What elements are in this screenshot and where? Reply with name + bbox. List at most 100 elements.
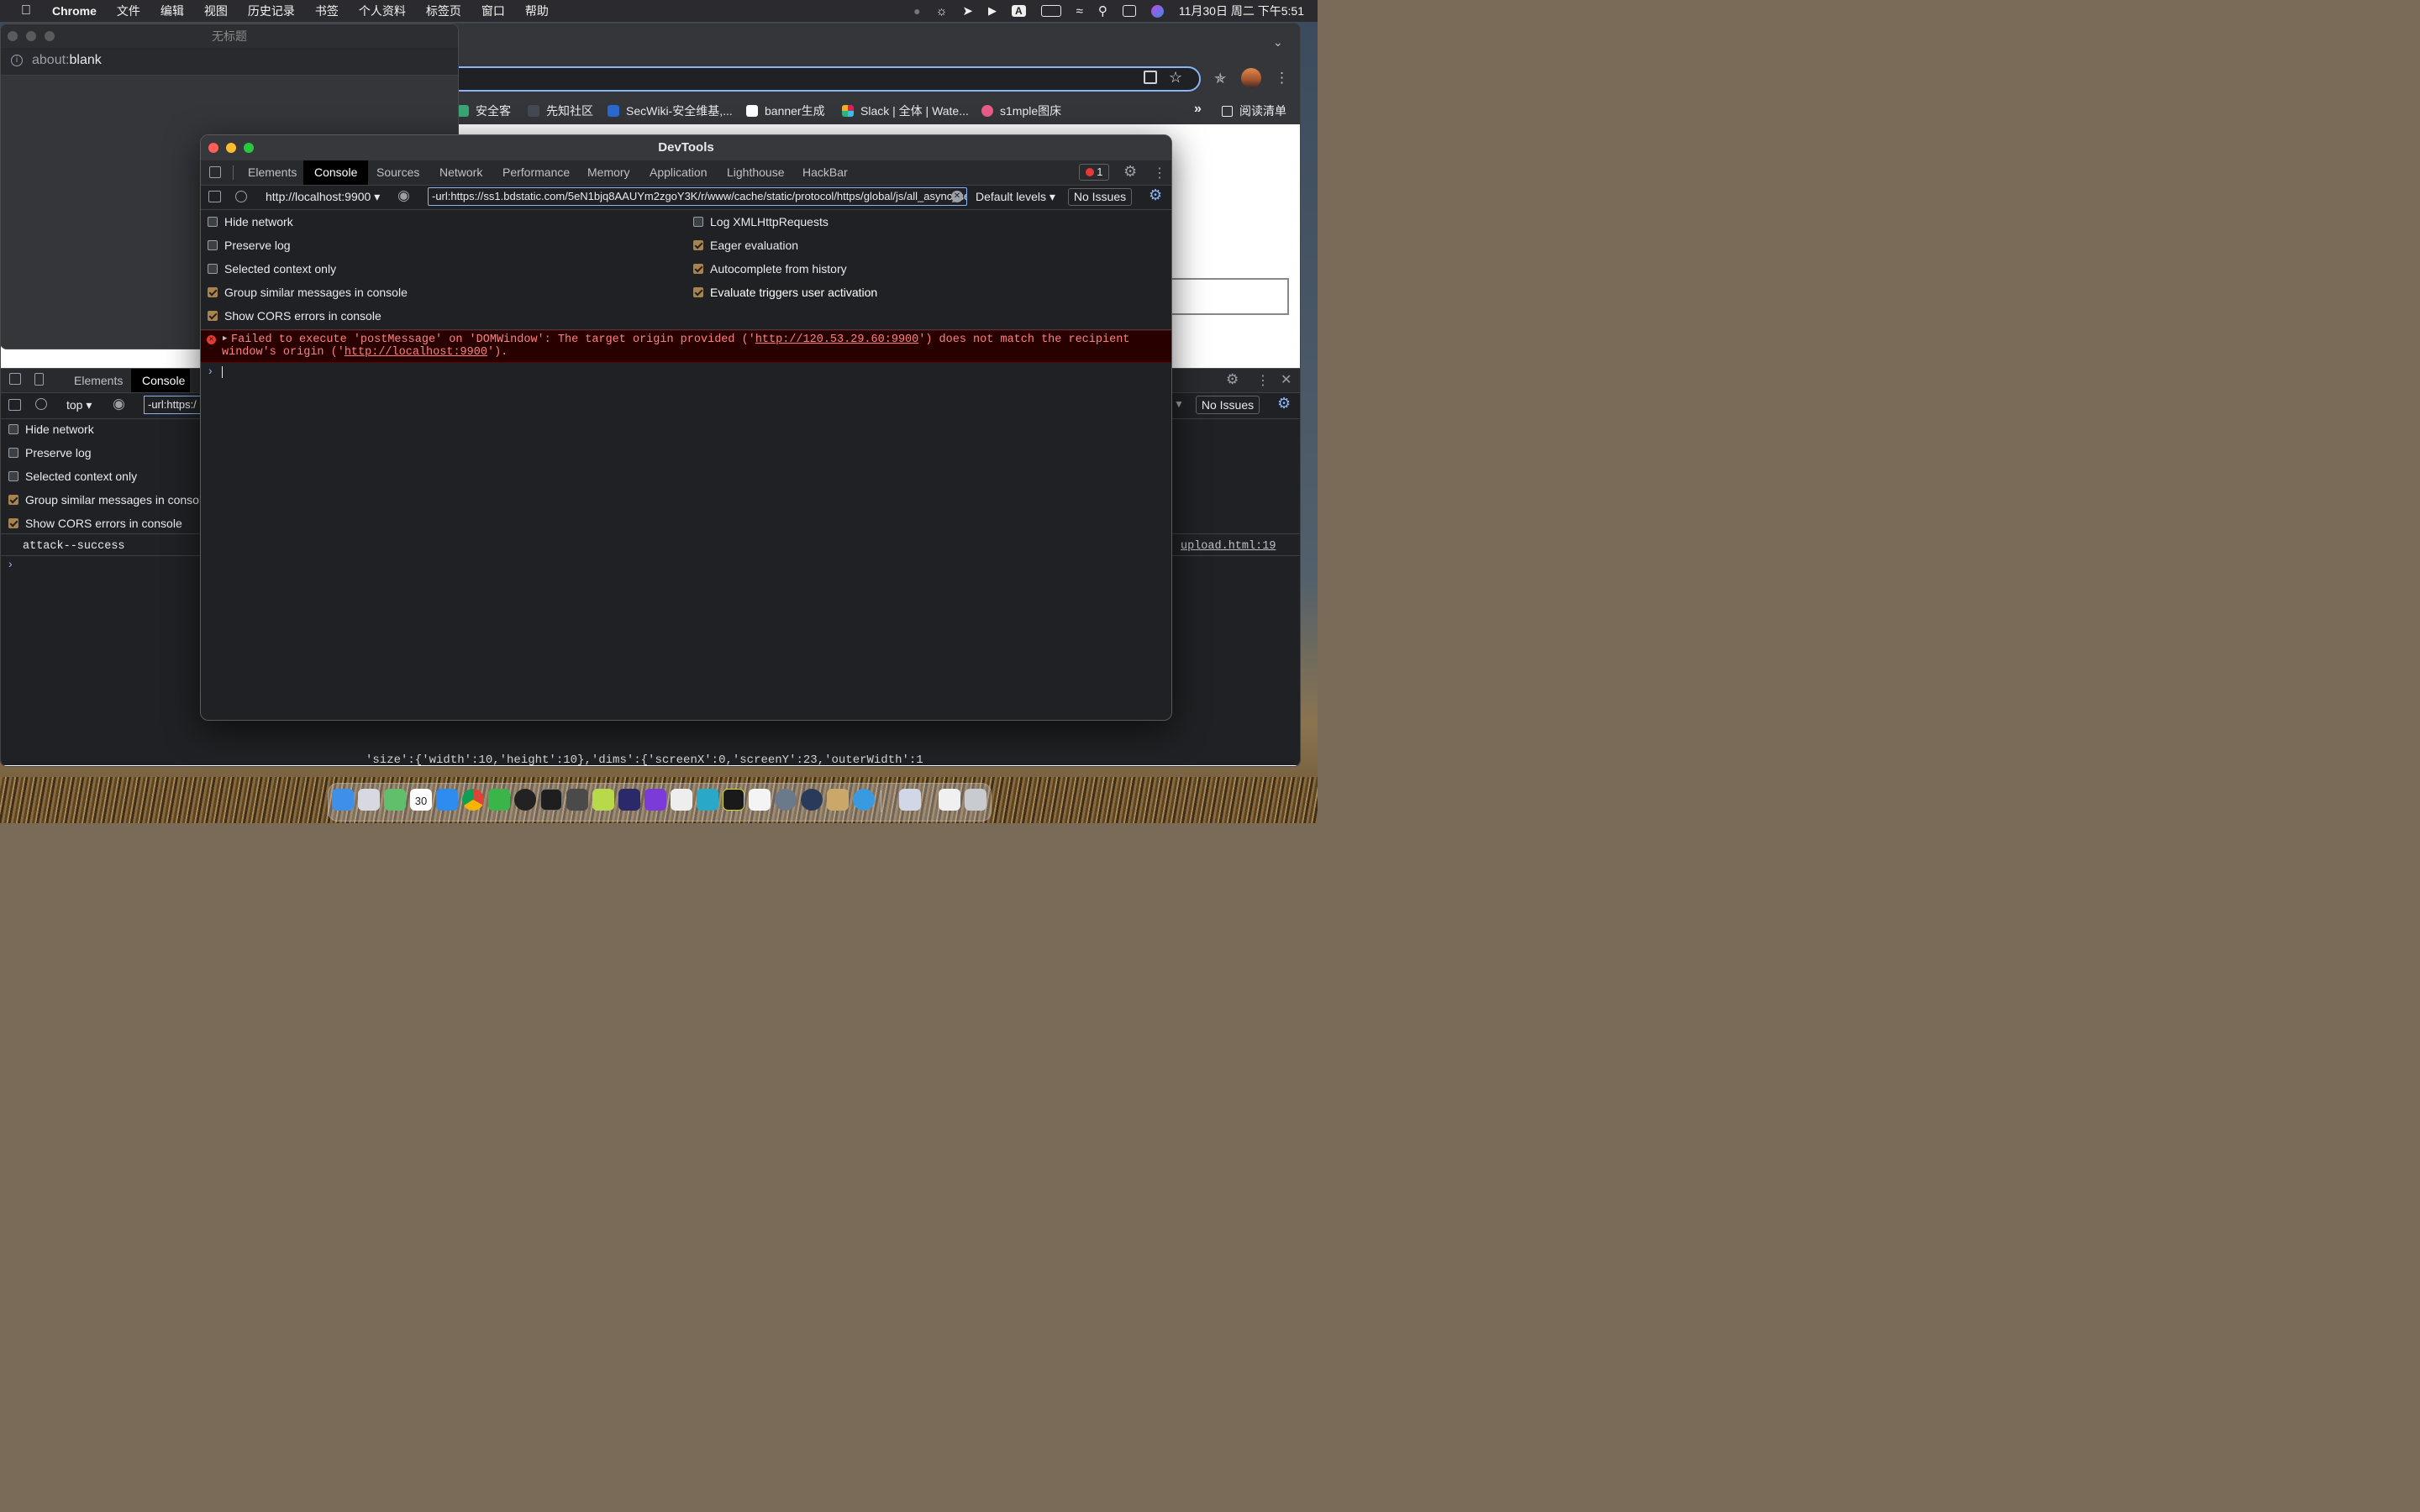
dock-app-vpn[interactable] xyxy=(801,789,823,811)
profile-avatar[interactable] xyxy=(1241,68,1261,88)
no-issues-button[interactable]: No Issues xyxy=(1196,396,1260,414)
bookmark-star-icon[interactable]: ☆ xyxy=(1169,69,1182,87)
zoom-window-button[interactable] xyxy=(45,31,55,41)
bookmark-item[interactable]: banner生成 xyxy=(746,102,825,119)
clear-console-icon[interactable] xyxy=(235,191,247,202)
settings-gear-icon[interactable]: ⚙ xyxy=(1226,371,1239,388)
setting-group-similar[interactable]: Group similar messages in console xyxy=(8,493,208,507)
reading-list-button[interactable]: 阅读清单 xyxy=(1222,102,1286,119)
devtools-title-bar[interactable]: DevTools xyxy=(201,135,1171,160)
dock-app-trash[interactable] xyxy=(965,789,986,811)
dock-app-telegram[interactable] xyxy=(853,789,875,811)
setting-autocomplete-history[interactable]: Autocomplete from history xyxy=(693,262,847,276)
tab-elements[interactable]: Elements xyxy=(63,369,134,392)
info-icon[interactable]: i xyxy=(11,55,23,66)
dock-app-sublime[interactable] xyxy=(566,789,588,811)
bookmark-item[interactable]: 先知社区 xyxy=(528,102,593,119)
log-xhr-checkbox[interactable] xyxy=(693,217,703,227)
spotlight-search-icon[interactable]: ⚲ xyxy=(1098,3,1107,18)
inspect-element-icon[interactable] xyxy=(9,373,21,385)
setting-preserve-log[interactable]: Preserve log xyxy=(208,239,291,252)
context-selector[interactable]: top ▾ xyxy=(66,398,92,412)
tab-search-chevron-icon[interactable]: ⌄ xyxy=(1273,35,1283,50)
dock-app-notes-green[interactable] xyxy=(592,789,614,811)
console-input-line[interactable]: › xyxy=(201,362,1171,382)
tab-console[interactable]: Console xyxy=(131,369,190,392)
dock-app-calendar[interactable]: 30 xyxy=(410,789,432,811)
console-prompt-icon[interactable]: › xyxy=(8,557,13,570)
bell-icon[interactable]: ● xyxy=(913,4,920,18)
setting-selected-context-only[interactable]: Selected context only xyxy=(208,262,336,276)
dock-app-maps[interactable] xyxy=(384,789,406,811)
setting-evaluate-triggers[interactable]: Evaluate triggers user activation xyxy=(693,286,877,299)
setting-hide-network[interactable]: Hide network xyxy=(208,215,293,228)
bookmark-item[interactable]: 安全客 xyxy=(457,102,511,119)
dock-app-archive[interactable] xyxy=(827,789,849,811)
setting-eager-evaluation[interactable]: Eager evaluation xyxy=(693,239,798,252)
live-expression-eye-icon[interactable]: ◉ xyxy=(113,396,125,412)
minimize-window-button[interactable] xyxy=(226,143,236,153)
menu-help[interactable]: 帮助 xyxy=(525,3,549,19)
dock-app-launchpad[interactable] xyxy=(358,789,380,811)
bookmark-item[interactable]: SecWiki-安全维基,... xyxy=(608,102,733,119)
control-center-icon[interactable] xyxy=(1122,5,1136,17)
menu-window[interactable]: 窗口 xyxy=(481,3,505,19)
console-log-source-link[interactable]: upload.html:19 xyxy=(1181,540,1276,553)
chrome-menu-icon[interactable]: ⋮ xyxy=(1275,70,1289,87)
tab-lighthouse[interactable]: Lighthouse xyxy=(716,160,796,185)
battery-icon[interactable] xyxy=(1040,5,1061,17)
more-options-icon[interactable]: ⋮ xyxy=(1256,372,1270,389)
wifi-icon[interactable]: ≈ xyxy=(1076,4,1083,18)
menu-profiles[interactable]: 个人资料 xyxy=(359,3,406,19)
dock-app-typora[interactable] xyxy=(749,789,771,811)
play-icon[interactable]: ▶ xyxy=(988,4,997,18)
minimize-window-button[interactable] xyxy=(26,31,36,41)
tab-network[interactable]: Network xyxy=(429,160,493,185)
menu-bookmarks[interactable]: 书签 xyxy=(315,3,339,19)
autocomplete-history-checkbox[interactable] xyxy=(693,264,703,274)
close-window-button[interactable] xyxy=(8,31,18,41)
bookmark-item[interactable]: s1mple图床 xyxy=(981,102,1061,119)
sidebar-toggle-icon[interactable] xyxy=(8,399,21,411)
wechat-status-icon[interactable]: ☼ xyxy=(936,4,948,18)
show-cors-checkbox[interactable] xyxy=(8,518,18,528)
dock-app-finder[interactable] xyxy=(332,789,354,811)
dock-app-time-machine[interactable] xyxy=(775,789,797,811)
sidebar-toggle-icon[interactable] xyxy=(208,191,221,202)
inspect-element-icon[interactable] xyxy=(209,166,221,178)
tab-application[interactable]: Application xyxy=(639,160,718,185)
setting-log-xhr[interactable]: Log XMLHttpRequests xyxy=(693,215,829,228)
zoom-window-button[interactable] xyxy=(244,143,254,153)
no-issues-button[interactable]: No Issues xyxy=(1068,188,1132,206)
selected-context-checkbox[interactable] xyxy=(8,471,18,481)
console-filter-input[interactable]: -url:https://ss1.bdstatic.com/5eN1bjq8AA… xyxy=(428,187,967,206)
menu-tabs[interactable]: 标签页 xyxy=(426,3,461,19)
dock-app-intellij[interactable] xyxy=(618,789,640,811)
menu-view[interactable]: 视图 xyxy=(204,3,228,19)
siri-icon[interactable] xyxy=(1150,4,1164,18)
evaluate-triggers-checkbox[interactable] xyxy=(693,287,703,297)
bookmarks-overflow-button[interactable]: » xyxy=(1194,102,1202,117)
menu-history[interactable]: 历史记录 xyxy=(248,3,295,19)
tab-elements[interactable]: Elements xyxy=(237,160,308,185)
error-counter-button[interactable]: 1 xyxy=(1079,164,1109,181)
qr-code-icon[interactable] xyxy=(1144,71,1157,84)
hide-network-checkbox[interactable] xyxy=(208,217,218,227)
tab-sources[interactable]: Sources xyxy=(366,160,430,185)
dock-app-phpstorm[interactable] xyxy=(644,789,666,811)
recipient-origin-link[interactable]: http://localhost:9900 xyxy=(345,346,487,359)
show-cors-checkbox[interactable] xyxy=(208,311,218,321)
preserve-log-checkbox[interactable] xyxy=(208,240,218,250)
more-options-icon[interactable]: ⋮ xyxy=(1153,165,1166,181)
target-origin-link[interactable]: http://120.53.29.60:9900 xyxy=(755,333,918,346)
setting-selected-context-only[interactable]: Selected context only xyxy=(8,470,137,483)
setting-show-cors[interactable]: Show CORS errors in console xyxy=(208,309,381,323)
close-devtools-icon[interactable]: ✕ xyxy=(1281,371,1292,388)
page-input-box[interactable] xyxy=(1169,278,1289,315)
tab-console[interactable]: Console xyxy=(303,160,369,185)
bookmark-item[interactable]: Slack | 全体 | Wate... xyxy=(842,102,969,119)
console-error-message[interactable]: ✕ ▶ Failed to execute 'postMessage' on '… xyxy=(201,330,1171,363)
clear-console-icon[interactable] xyxy=(35,398,47,410)
dock-app-terminal[interactable] xyxy=(540,789,562,811)
console-filter-input[interactable]: -url:https:/ xyxy=(144,396,203,414)
